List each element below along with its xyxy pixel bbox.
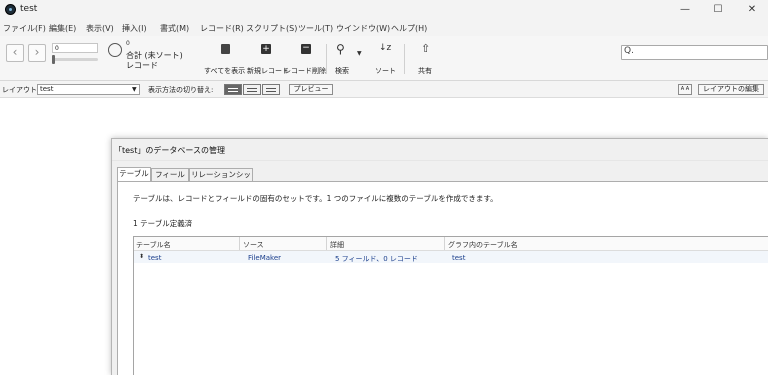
new-record-icon[interactable]: + xyxy=(261,44,271,54)
view-as-table-button[interactable] xyxy=(262,84,280,95)
close-button[interactable]: ✕ xyxy=(740,2,764,18)
view-as-form-button[interactable] xyxy=(224,84,242,95)
sort-button[interactable]: ソート xyxy=(375,66,396,76)
toolbar-separator xyxy=(326,44,327,74)
menu-tools[interactable]: ツール(T) xyxy=(298,23,333,34)
find-button[interactable]: 検索 xyxy=(335,66,349,76)
show-all-button[interactable]: すべてを表示 xyxy=(204,66,245,76)
menu-records[interactable]: レコード(R) xyxy=(200,23,244,34)
quick-find-input[interactable] xyxy=(621,45,768,60)
menu-format[interactable]: 書式(M) xyxy=(160,23,189,34)
current-record-field[interactable]: 0 xyxy=(52,43,98,53)
title-bar xyxy=(0,0,768,20)
menu-bar: ファイル(F) 編集(E) 表示(V) 挿入(I) 書式(M) レコード(R) … xyxy=(0,20,768,36)
window-title: test xyxy=(20,4,38,14)
tab-tables[interactable]: テーブル xyxy=(117,167,151,181)
column-header-table-name[interactable]: テーブル名 xyxy=(136,240,171,250)
view-as-list-button[interactable] xyxy=(243,84,261,95)
record-slider[interactable] xyxy=(52,58,98,61)
dialog-title-divider xyxy=(112,160,768,161)
maximize-button[interactable]: ☐ xyxy=(706,2,730,18)
list-view-icon xyxy=(247,88,257,89)
form-view-icon xyxy=(228,88,238,89)
records-label: レコード xyxy=(126,61,158,70)
chevron-down-icon[interactable]: ▼ xyxy=(132,86,137,93)
find-dropdown-icon[interactable]: ▼ xyxy=(357,50,362,57)
tables-defined-count: 1 テーブル定義済 xyxy=(133,219,193,228)
reorder-handle-icon[interactable]: ⬍ xyxy=(139,253,144,260)
record-slider-thumb[interactable] xyxy=(52,55,55,64)
dialog-title: 「test」のデータベースの管理 xyxy=(114,146,225,155)
table-row[interactable] xyxy=(134,251,768,263)
toolbar-separator xyxy=(404,44,405,74)
layout-select[interactable]: test xyxy=(37,84,140,95)
column-header-details[interactable]: 詳細 xyxy=(330,240,344,250)
share-icon[interactable]: ⇧ xyxy=(421,42,430,55)
next-record-button[interactable]: › xyxy=(28,44,46,62)
delete-record-button[interactable]: レコード削除 xyxy=(284,66,326,76)
previous-record-button[interactable]: ‹ xyxy=(6,44,24,62)
list-view-icon xyxy=(247,91,257,92)
minimize-button[interactable]: — xyxy=(673,2,697,18)
tables-description: テーブルは、レコードとフィールドの固有のセットです。1 つのファイルに複数のテー… xyxy=(133,194,498,203)
found-count: 0 xyxy=(126,40,130,47)
show-all-icon[interactable] xyxy=(221,44,230,54)
menu-view[interactable]: 表示(V) xyxy=(86,23,114,34)
new-record-button[interactable]: 新規レコード xyxy=(247,66,289,76)
delete-record-icon[interactable]: − xyxy=(301,44,311,54)
layout-label: レイアウト: xyxy=(2,86,40,94)
magnifier-icon: Q. xyxy=(624,46,634,56)
filemaker-app-icon xyxy=(5,4,16,15)
column-divider[interactable] xyxy=(444,237,445,250)
tab-relationships[interactable]: リレーションシップ xyxy=(189,168,253,191)
menu-insert[interactable]: 挿入(I) xyxy=(122,23,147,34)
find-icon[interactable]: ⚲ xyxy=(336,42,345,56)
cell-source: FileMaker xyxy=(248,254,282,262)
preview-button[interactable]: プレビュー xyxy=(289,84,333,95)
column-divider[interactable] xyxy=(239,237,240,250)
edit-layout-button[interactable]: レイアウトの編集 xyxy=(698,84,764,95)
view-as-label: 表示方法の切り替え: xyxy=(148,86,214,94)
text-size-button[interactable]: A A xyxy=(678,84,692,95)
menu-help[interactable]: ヘルプ(H) xyxy=(391,23,427,34)
cell-details: 5 フィールド、0 レコード xyxy=(335,255,418,263)
sort-icon[interactable]: ↓z xyxy=(379,43,391,53)
share-button[interactable]: 共有 xyxy=(418,66,432,76)
menu-file[interactable]: ファイル(F) xyxy=(3,23,46,34)
menu-scripts[interactable]: スクリプト(S) xyxy=(246,23,297,34)
cell-graph-name: test xyxy=(452,254,466,262)
cell-table-name: test xyxy=(148,254,162,262)
column-header-source[interactable]: ソース xyxy=(243,240,264,250)
menu-edit[interactable]: 編集(E) xyxy=(49,23,76,34)
table-view-icon xyxy=(266,88,276,89)
form-view-icon xyxy=(228,91,238,92)
tab-fields[interactable]: フィールド xyxy=(151,168,189,191)
menu-window[interactable]: ウインドウ(W) xyxy=(336,23,390,34)
record-pie-icon xyxy=(108,43,122,57)
column-divider[interactable] xyxy=(326,237,327,250)
table-view-icon xyxy=(266,91,276,92)
column-header-graph-name[interactable]: グラフ内のテーブル名 xyxy=(448,240,518,250)
